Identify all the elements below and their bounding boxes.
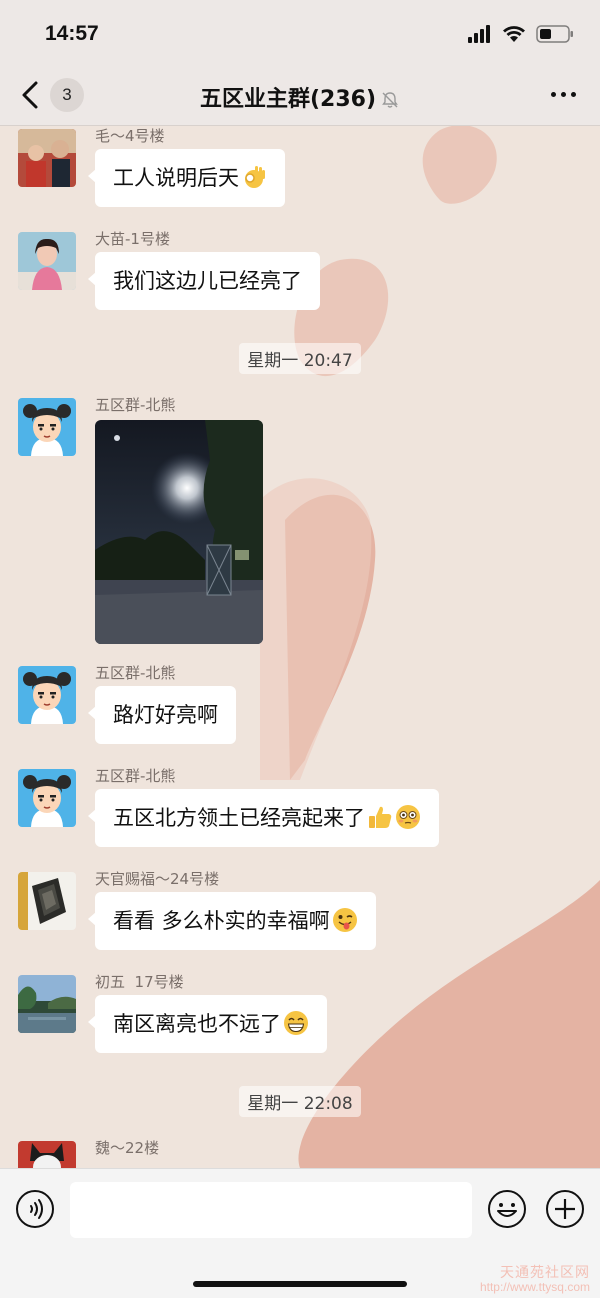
avatar[interactable] <box>18 398 76 456</box>
avatar[interactable] <box>18 666 76 724</box>
message-bubble[interactable]: 工人说明后天 <box>88 149 285 207</box>
sender-name: 天官赐福～24号楼 <box>95 870 220 888</box>
winking-tongue-emoji-icon <box>332 908 357 932</box>
thumbs-up-emoji-icon <box>369 806 392 828</box>
message-text: 看看 多么朴实的幸福啊 <box>113 909 330 933</box>
voice-input-icon[interactable] <box>15 1189 55 1229</box>
nav-bar: 3 五区业主群(236) <box>0 64 600 126</box>
more-dot-icon <box>551 92 556 97</box>
status-icons <box>468 24 574 44</box>
avatar[interactable] <box>18 872 76 930</box>
battery-icon <box>536 25 573 43</box>
sender-name: 五区群-北熊 <box>95 664 176 682</box>
status-bar: 14:57 <box>0 0 600 64</box>
chat-message-list[interactable]: 毛～4号楼 工人说明后天 大苗-1号楼 我们这边儿已经亮了 星期一 20:47 … <box>0 127 600 1168</box>
avatar[interactable] <box>18 1141 76 1168</box>
time-separator: 星期一 20:47 <box>0 343 600 374</box>
time-separator: 星期一 22:08 <box>0 1086 600 1117</box>
sender-name: 初五 17号楼 <box>95 973 184 991</box>
sender-name: 五区群-北熊 <box>95 767 176 785</box>
message-text: 路灯好亮啊 <box>113 703 218 727</box>
avatar[interactable] <box>18 769 76 827</box>
message-bubble[interactable]: 看看 多么朴实的幸福啊 <box>88 892 376 950</box>
more-dot-icon <box>571 92 576 97</box>
message-bubble[interactable]: 我们这边儿已经亮了 <box>88 252 320 310</box>
message-text: 五区北方领土已经亮起来了 <box>113 806 365 830</box>
message-bubble[interactable]: 南区离亮也不远了 <box>88 995 327 1053</box>
wifi-icon <box>503 26 525 42</box>
avatar[interactable] <box>18 129 76 187</box>
avatar[interactable] <box>18 232 76 290</box>
message-bubble[interactable]: 五区北方领土已经亮起来了 <box>88 789 439 847</box>
grinning-face-emoji-icon <box>284 1011 308 1035</box>
sender-name: 五区群-北熊 <box>95 396 176 414</box>
emoji-picker-icon[interactable] <box>487 1189 527 1229</box>
message-text: 工人说明后天 <box>113 166 239 190</box>
status-time: 14:57 <box>45 22 99 45</box>
night-street-light-photo[interactable] <box>95 420 263 644</box>
time-separator-label: 星期一 20:47 <box>239 343 361 374</box>
chat-title: 五区业主群(236) <box>199 87 377 112</box>
muted-bell-icon <box>382 92 398 108</box>
plus-icon[interactable] <box>545 1189 585 1229</box>
chat-title-container: 五区业主群(236) <box>0 81 600 113</box>
message-input[interactable] <box>70 1182 472 1238</box>
more-options-button[interactable] <box>551 92 576 97</box>
message-text: 我们这边儿已经亮了 <box>113 269 302 293</box>
flushed-face-emoji-icon <box>396 805 420 829</box>
sender-name: 毛～4号楼 <box>95 127 165 145</box>
input-bar: 天通苑社区网 http://www.ttysq.com <box>0 1168 600 1298</box>
sender-name: 魏～22楼 <box>95 1139 160 1157</box>
watermark-url: http://www.ttysq.com <box>479 1279 590 1294</box>
cellular-signal-icon <box>468 25 490 43</box>
sender-name: 大苗-1号楼 <box>95 230 170 248</box>
watermark: 天通苑社区网 http://www.ttysq.com <box>480 1265 590 1294</box>
avatar[interactable] <box>18 975 76 1033</box>
more-dot-icon <box>561 92 566 97</box>
message-bubble[interactable]: 路灯好亮啊 <box>88 686 236 744</box>
ok-hand-emoji-icon <box>245 166 265 188</box>
time-separator-label: 星期一 22:08 <box>239 1086 361 1117</box>
home-indicator[interactable] <box>193 1281 407 1287</box>
message-text: 南区离亮也不远了 <box>113 1012 281 1036</box>
watermark-title: 天通苑社区网 <box>500 1264 590 1281</box>
